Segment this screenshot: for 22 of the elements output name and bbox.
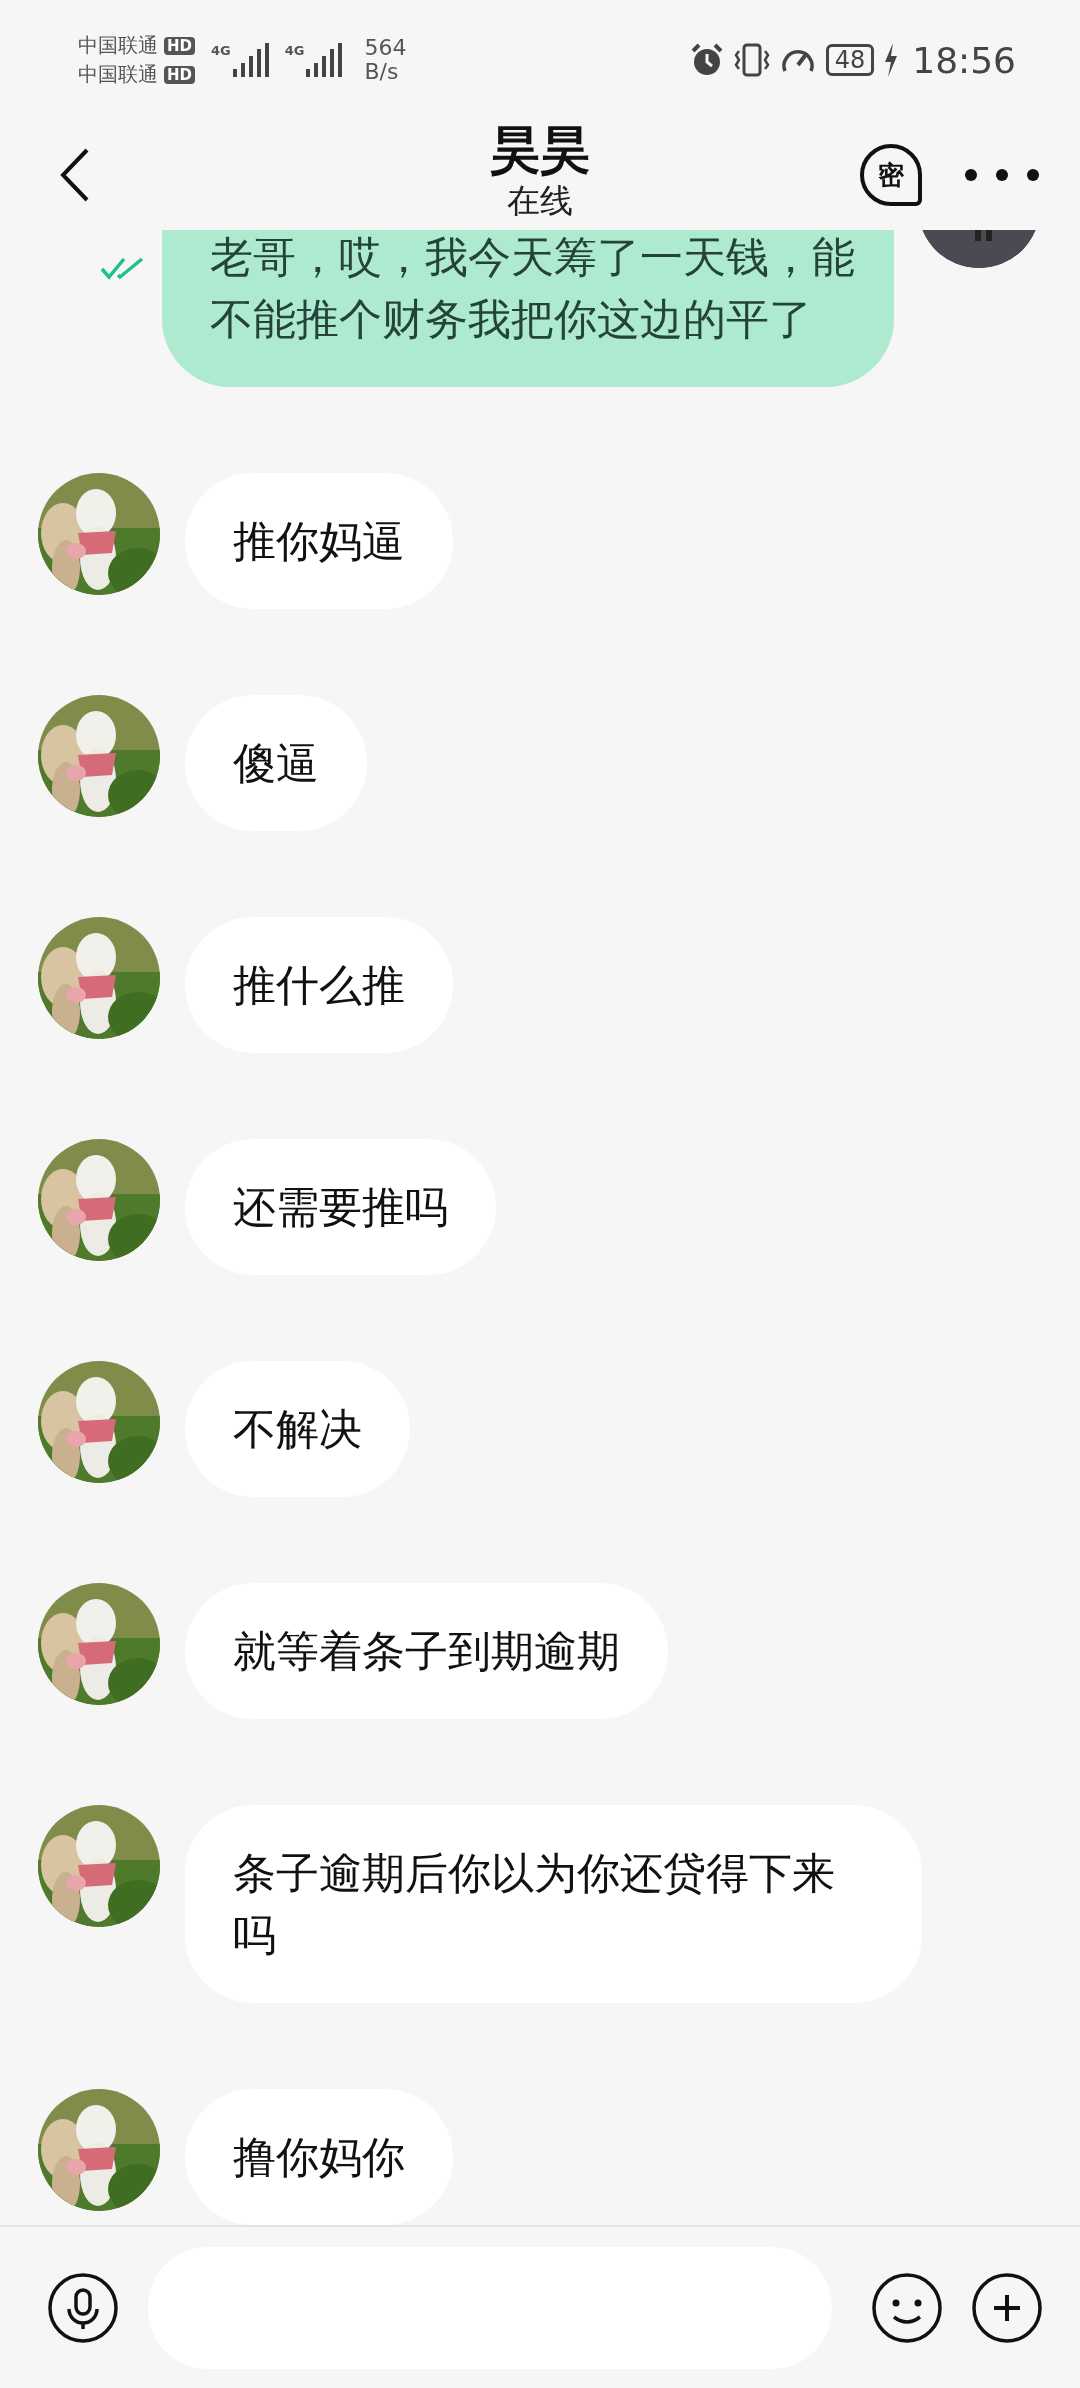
- message-bubble: 条子逾期后你以为你还贷得下来吗: [185, 1805, 922, 2003]
- carrier-name: 中国联通: [78, 32, 158, 59]
- secret-chat-button[interactable]: 密: [860, 144, 922, 206]
- message-bubble: 推你妈逼: [185, 473, 453, 609]
- message-bubble: 老哥，哎，我今天筹了一天钱，能不能推个财务我把你这边的平了: [162, 230, 894, 387]
- network-speed: 564: [364, 35, 407, 60]
- message-bubble: 还需要推吗: [185, 1139, 496, 1275]
- battery-indicator: 48: [825, 43, 875, 77]
- message-bubble: 就等着条子到期逾期: [185, 1583, 668, 1719]
- speed-unit: B/s: [364, 60, 400, 85]
- contact-name: 昊昊: [490, 120, 590, 180]
- message-bubble: 撸你妈你: [185, 2089, 453, 2225]
- carrier-name: 中国联通: [78, 61, 158, 88]
- hd-badge: HD: [164, 65, 195, 84]
- network-type: 4G: [211, 43, 231, 58]
- network-type: 4G: [284, 43, 305, 58]
- hd-badge: HD: [164, 36, 195, 55]
- online-status: 在线: [507, 180, 573, 222]
- message-bubble: 傻逼: [185, 695, 367, 831]
- message-bubble: 推什么推: [185, 917, 453, 1053]
- clock: 18:56: [912, 39, 1016, 81]
- message-bubble: 不解决: [185, 1361, 410, 1497]
